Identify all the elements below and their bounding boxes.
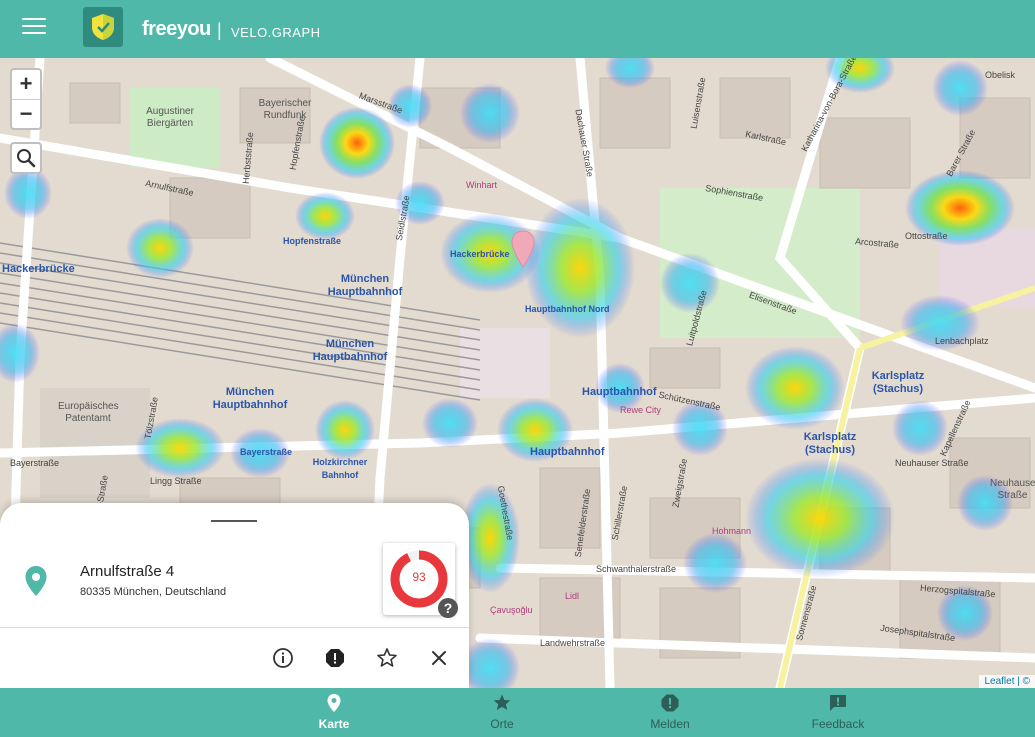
nav-item-orte[interactable]: Orte bbox=[442, 688, 562, 737]
poi-label: Bayerstraße bbox=[240, 447, 293, 457]
poi-label: München Hauptbahnhof bbox=[212, 386, 288, 411]
bottom-navigation: Karte Orte Melden Feedback bbox=[0, 688, 1035, 737]
poi-label: Hauptbahnhof Nord bbox=[525, 304, 610, 314]
street-label: Landwehrstraße bbox=[540, 638, 606, 648]
close-icon bbox=[432, 651, 446, 665]
search-icon bbox=[17, 149, 36, 168]
location-pin-icon bbox=[24, 565, 48, 602]
shop-label: Hohmann bbox=[712, 526, 752, 536]
shop-label: Rewe City bbox=[620, 405, 662, 415]
street-label: Lenbachplatz bbox=[935, 336, 989, 346]
poi-label: München Hauptbahnhof bbox=[312, 338, 388, 363]
street-label: Hackerbrücke bbox=[2, 263, 75, 275]
info-icon bbox=[273, 648, 293, 668]
map-pin-icon bbox=[327, 694, 341, 712]
street-label: Schwanthalerstraße bbox=[596, 564, 677, 574]
close-button[interactable] bbox=[427, 646, 451, 670]
poi-label: Karlsplatz (Stachus) bbox=[871, 370, 925, 395]
nav-label: Karte bbox=[318, 717, 350, 731]
menu-icon[interactable] bbox=[22, 18, 46, 38]
nav-item-melden[interactable]: Melden bbox=[610, 688, 730, 737]
street-label: Ottostraße bbox=[905, 231, 948, 241]
poi-label: München Hauptbahnhof bbox=[327, 273, 403, 298]
poi-label: Karlsplatz (Stachus) bbox=[803, 431, 857, 456]
map-search-button[interactable] bbox=[10, 142, 42, 174]
address-title: Arnulfstraße 4 bbox=[80, 563, 175, 580]
zoom-in-button[interactable]: + bbox=[12, 70, 40, 99]
zoom-out-button[interactable]: − bbox=[12, 99, 40, 128]
area-label: Neuhauser Straße bbox=[990, 478, 1035, 501]
nav-label: Feedback bbox=[811, 717, 865, 731]
favorite-button[interactable] bbox=[375, 646, 399, 670]
feedback-icon bbox=[830, 695, 846, 711]
nav-item-karte[interactable]: Karte bbox=[274, 688, 394, 737]
zoom-control: + − bbox=[10, 68, 42, 130]
info-button[interactable] bbox=[271, 646, 295, 670]
shop-label: Obelisk bbox=[985, 70, 1016, 80]
shop-label: Çavuşoğlu bbox=[490, 605, 533, 615]
brand-name: freeyou bbox=[142, 18, 211, 40]
area-label: Augustiner Biergärten bbox=[146, 106, 194, 129]
shop-label: Lidl bbox=[565, 591, 580, 601]
street-label: Lingg Straße bbox=[150, 476, 202, 486]
safety-score-value: 93 bbox=[412, 570, 426, 584]
street-label: Neuhauser Straße bbox=[895, 458, 969, 468]
poi-label: Hopfenstraße bbox=[283, 236, 342, 246]
poi-label: Hauptbahnhof bbox=[582, 386, 657, 398]
brand-separator: | bbox=[217, 20, 222, 40]
shield-icon bbox=[92, 14, 114, 40]
alert-icon bbox=[661, 694, 679, 712]
nav-label: Orte bbox=[490, 717, 514, 731]
star-outline-icon bbox=[377, 648, 397, 667]
address-subtitle: 80335 München, Deutschland bbox=[80, 586, 227, 598]
top-app-bar: freeyou | VELO.GRAPH bbox=[0, 0, 1035, 58]
product-name: VELO.GRAPH bbox=[231, 25, 321, 40]
nav-label: Melden bbox=[650, 717, 690, 731]
alert-icon bbox=[326, 649, 344, 667]
app-logo bbox=[83, 7, 123, 47]
map-attribution[interactable]: Leaflet | © bbox=[979, 675, 1035, 688]
sheet-divider bbox=[0, 627, 469, 628]
help-icon[interactable]: ? bbox=[438, 598, 458, 618]
poi-label: Hackerbrücke bbox=[450, 249, 510, 259]
shop-label: Winhart bbox=[466, 180, 498, 190]
street-label: Bayerstraße bbox=[10, 458, 60, 468]
area-label: Europäisches Patentamt bbox=[58, 401, 119, 424]
poi-label: Holzkirchner Bahnhof bbox=[312, 457, 368, 480]
star-icon bbox=[493, 694, 511, 710]
poi-label: Hauptbahnhof bbox=[530, 446, 605, 458]
area-label: Bayerischer Rundfunk bbox=[258, 98, 312, 121]
nav-item-feedback[interactable]: Feedback bbox=[778, 688, 898, 737]
sheet-drag-handle[interactable] bbox=[211, 520, 257, 522]
location-detail-sheet: Arnulfstraße 4 80335 München, Deutschlan… bbox=[0, 503, 469, 688]
report-button[interactable] bbox=[323, 646, 347, 670]
